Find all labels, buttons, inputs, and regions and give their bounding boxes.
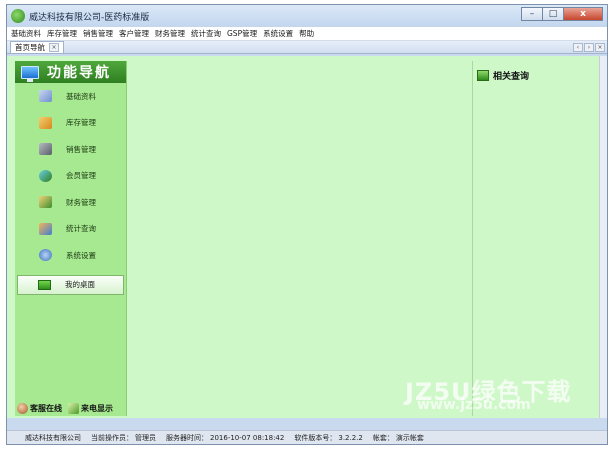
menu-finance[interactable]: 财务管理 <box>155 28 185 39</box>
nav-item-label: 会员管理 <box>66 171 96 181</box>
nav-item-label: 统计查询 <box>66 224 96 234</box>
menu-statistics[interactable]: 统计查询 <box>191 28 221 39</box>
nav-item-members[interactable]: 会员管理 <box>15 163 126 190</box>
nav-item-finance[interactable]: 财务管理 <box>15 189 126 216</box>
close-all-icon[interactable]: × <box>595 43 605 52</box>
tab-home-navigation[interactable]: 首页导航 × <box>10 41 64 53</box>
chart-icon <box>477 70 489 81</box>
watermark-url: www.jz5u.com <box>417 397 531 413</box>
related-query-header[interactable]: 相关查询 <box>473 61 598 82</box>
desktop-icon <box>38 279 51 290</box>
nav-item-label: 销售管理 <box>66 144 96 154</box>
related-query-title: 相关查询 <box>493 72 530 82</box>
status-company: 威达科技有限公司 <box>25 433 81 442</box>
status-operator-label: 当前操作员： <box>91 433 133 442</box>
app-window: 威达科技有限公司-医药标准版 – □ x 基础资料 库存管理 销售管理 客户管理… <box>6 4 608 445</box>
nav-item-statistics[interactable]: 统计查询 <box>15 216 126 243</box>
status-server-time: 2016-10-07 08:18:42 <box>210 433 285 442</box>
window-controls: – □ x <box>521 7 603 21</box>
app-logo-icon <box>11 9 25 23</box>
members-icon <box>39 169 52 182</box>
caller-id-link[interactable]: 来电显示 <box>81 403 113 414</box>
menu-customers[interactable]: 客户管理 <box>119 28 149 39</box>
online-service-link[interactable]: 客服在线 <box>30 403 62 414</box>
status-version: 3.2.2.2 <box>338 433 363 442</box>
maximize-button[interactable]: □ <box>542 7 564 21</box>
nav-item-basic-data[interactable]: 基础资料 <box>15 83 126 110</box>
nav-item-settings[interactable]: 系统设置 <box>15 242 126 269</box>
nav-item-label: 系统设置 <box>66 250 96 260</box>
nav-header: 功能导航 <box>15 61 126 83</box>
scroll-right-icon[interactable]: › <box>584 43 594 52</box>
caller-id-icon <box>68 403 79 414</box>
cart-icon <box>39 116 52 129</box>
nav-item-sales[interactable]: 销售管理 <box>15 136 126 163</box>
menu-inventory[interactable]: 库存管理 <box>47 28 77 39</box>
menu-gsp[interactable]: GSP管理 <box>227 28 257 39</box>
menu-sales[interactable]: 销售管理 <box>83 28 113 39</box>
finance-icon <box>39 196 52 209</box>
related-query-panel: 相关查询 <box>472 61 598 416</box>
close-button[interactable]: x <box>563 7 603 21</box>
bottom-links: 客服在线 来电显示 <box>17 403 119 414</box>
nav-item-inventory[interactable]: 库存管理 <box>15 110 126 137</box>
status-bar: 威达科技有限公司 当前操作员： 管理员 服务器时间： 2016-10-07 08… <box>7 430 607 444</box>
nav-item-label: 库存管理 <box>66 118 96 128</box>
menu-bar: 基础资料 库存管理 销售管理 客户管理 财务管理 统计查询 GSP管理 系统设置… <box>7 27 607 41</box>
status-account-label: 帐套： <box>372 433 394 442</box>
minimize-button[interactable]: – <box>521 7 543 21</box>
cash-register-icon <box>39 143 52 156</box>
gears-icon <box>39 249 52 262</box>
my-desktop-button[interactable]: 我的桌面 <box>17 274 124 295</box>
pencil-icon <box>39 90 52 103</box>
desk-label: 我的桌面 <box>65 280 95 289</box>
tab-bar: 首页导航 × ‹ › × <box>7 41 607 54</box>
scroll-left-icon[interactable]: ‹ <box>573 43 583 52</box>
statistics-icon <box>39 222 52 235</box>
menu-help[interactable]: 帮助 <box>299 28 314 39</box>
nav-panel: 功能导航 基础资料 库存管理 销售管理 会员管理 财务管理 统计查询 系统设置 … <box>15 61 127 416</box>
status-operator: 管理员 <box>135 433 156 442</box>
monitor-icon <box>21 65 39 82</box>
nav-item-label: 基础资料 <box>66 91 96 101</box>
tab-label: 首页导航 <box>15 43 45 52</box>
status-time-label: 服务器时间： <box>166 433 208 442</box>
window-title: 威达科技有限公司-医药标准版 <box>29 12 150 23</box>
main-content: 功能导航 基础资料 库存管理 销售管理 会员管理 财务管理 统计查询 系统设置 … <box>7 56 607 418</box>
service-icon <box>17 403 28 414</box>
nav-title: 功能导航 <box>47 65 111 81</box>
status-version-label: 软件版本号： <box>294 433 337 442</box>
tab-close-icon[interactable]: × <box>49 43 59 52</box>
menu-settings[interactable]: 系统设置 <box>263 28 293 39</box>
title-bar: 威达科技有限公司-医药标准版 – □ x <box>7 5 607 27</box>
scrollbar[interactable] <box>599 56 607 418</box>
menu-basic-data[interactable]: 基础资料 <box>11 28 41 39</box>
tab-controls: ‹ › × <box>572 43 605 52</box>
nav-item-label: 财务管理 <box>66 197 96 207</box>
status-account: 演示帐套 <box>395 433 424 442</box>
